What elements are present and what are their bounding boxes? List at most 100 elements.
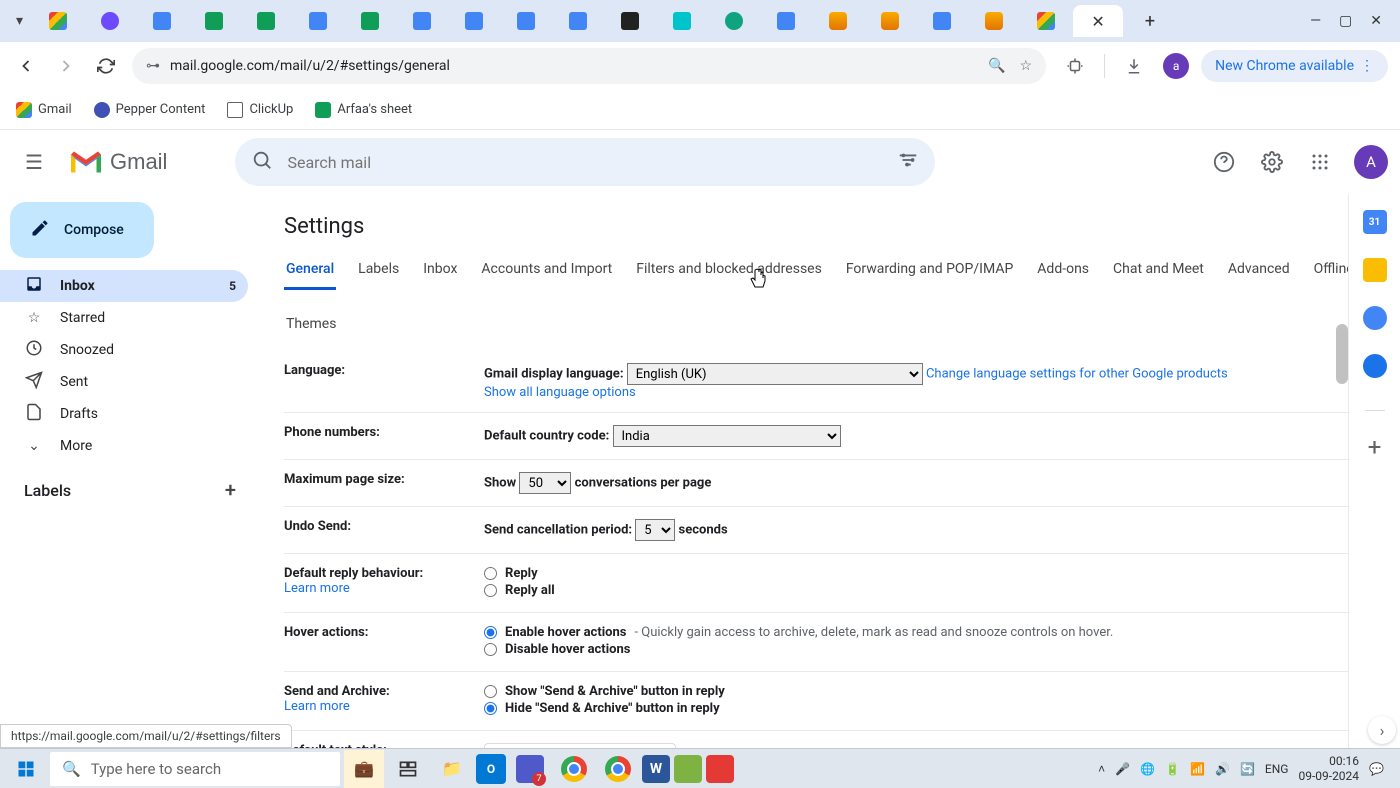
extensions-icon[interactable]: [1058, 49, 1092, 83]
browser-tab[interactable]: [813, 5, 863, 37]
tab-filters[interactable]: Filters and blocked addresses: [634, 255, 824, 290]
gmail-logo[interactable]: Gmail: [68, 148, 167, 176]
sidebar-item-sent[interactable]: Sent: [0, 366, 248, 398]
close-icon[interactable]: ✕: [1091, 12, 1104, 31]
browser-tab[interactable]: [969, 5, 1019, 37]
search-input[interactable]: [287, 153, 883, 172]
collapse-panel-icon[interactable]: ›: [1368, 716, 1396, 744]
account-avatar[interactable]: A: [1354, 145, 1388, 179]
learn-more-link[interactable]: Learn more: [284, 581, 350, 596]
browser-tab[interactable]: [553, 5, 603, 37]
compose-button[interactable]: Compose: [10, 202, 154, 258]
tab-themes[interactable]: Themes: [284, 310, 338, 342]
apps-grid-icon[interactable]: [1300, 142, 1340, 182]
scrollbar[interactable]: [1336, 324, 1348, 384]
close-window-icon[interactable]: ✕: [1370, 13, 1382, 29]
add-label-icon[interactable]: +: [225, 478, 236, 502]
browser-tab[interactable]: [293, 5, 343, 37]
search-icon[interactable]: [251, 149, 273, 175]
task-snagit[interactable]: [706, 755, 734, 783]
browser-tab[interactable]: [189, 5, 239, 37]
tab-chat[interactable]: Chat and Meet: [1111, 255, 1206, 290]
disable-hover-radio[interactable]: [484, 643, 497, 656]
search-box[interactable]: [235, 138, 935, 186]
new-chrome-button[interactable]: New Chrome available ⋮: [1201, 50, 1388, 82]
reload-button[interactable]: [92, 52, 120, 80]
task-briefcase[interactable]: 💼: [344, 750, 384, 788]
start-button[interactable]: [6, 750, 46, 788]
reply-radio[interactable]: [484, 567, 497, 580]
browser-tab[interactable]: [449, 5, 499, 37]
page-size-select[interactable]: 50: [519, 472, 571, 494]
browser-tab[interactable]: [865, 5, 915, 37]
browser-tab[interactable]: [85, 5, 135, 37]
tray-up-icon[interactable]: ˄: [1098, 762, 1105, 776]
help-icon[interactable]: [1204, 142, 1244, 182]
contacts-icon[interactable]: [1363, 354, 1387, 378]
task-outlook[interactable]: O: [476, 754, 506, 784]
profile-avatar[interactable]: a: [1163, 53, 1189, 79]
menu-icon[interactable]: ☰: [12, 140, 56, 184]
browser-tab[interactable]: [657, 5, 707, 37]
tab-advanced[interactable]: Advanced: [1226, 255, 1292, 290]
country-code-select[interactable]: India: [613, 425, 841, 447]
learn-more-link[interactable]: Learn more: [284, 699, 350, 714]
tray-wifi-icon[interactable]: 📶: [1190, 762, 1205, 776]
tab-forwarding[interactable]: Forwarding and POP/IMAP: [844, 255, 1015, 290]
browser-tab[interactable]: [33, 5, 83, 37]
tasks-icon[interactable]: [1363, 306, 1387, 330]
search-options-icon[interactable]: [897, 149, 919, 175]
site-info-icon[interactable]: ⊶: [146, 58, 160, 74]
bookmark-gmail[interactable]: Gmail: [16, 102, 72, 118]
tray-battery-icon[interactable]: 🔋: [1165, 762, 1180, 776]
browser-tab[interactable]: [241, 5, 291, 37]
task-word[interactable]: W: [642, 755, 670, 783]
show-send-archive-radio[interactable]: [484, 685, 497, 698]
reply-all-radio[interactable]: [484, 584, 497, 597]
task-explorer[interactable]: 📁: [432, 750, 472, 788]
browser-tab[interactable]: [1021, 5, 1071, 37]
hide-send-archive-radio[interactable]: [484, 702, 497, 715]
bookmark-clickup[interactable]: ClickUp: [227, 102, 293, 118]
minimize-icon[interactable]: —: [1310, 13, 1321, 29]
task-teams[interactable]: 7: [510, 750, 550, 788]
tray-sync-icon[interactable]: 🔄: [1240, 762, 1255, 776]
taskbar-search[interactable]: 🔍 Type here to search: [50, 752, 340, 786]
browser-tab[interactable]: [501, 5, 551, 37]
maximize-icon[interactable]: ▢: [1339, 13, 1352, 29]
tab-general[interactable]: General: [284, 255, 336, 290]
keep-icon[interactable]: [1363, 258, 1387, 282]
sidebar-item-more[interactable]: ⌄ More: [0, 430, 248, 462]
browser-tab[interactable]: [605, 5, 655, 37]
address-bar[interactable]: ⊶ mail.google.com/mail/u/2/#settings/gen…: [132, 48, 1046, 84]
tab-accounts[interactable]: Accounts and Import: [479, 255, 614, 290]
task-chrome[interactable]: [554, 750, 594, 788]
browser-tab[interactable]: [345, 5, 395, 37]
tray-mic-icon[interactable]: 🎤: [1115, 762, 1130, 776]
calendar-icon[interactable]: 31: [1363, 210, 1387, 234]
tab-inbox[interactable]: Inbox: [421, 255, 459, 290]
forward-button[interactable]: [52, 52, 80, 80]
task-camtasia[interactable]: [674, 755, 702, 783]
browser-tab-active[interactable]: ✕: [1073, 5, 1123, 37]
sidebar-item-inbox[interactable]: Inbox 5: [0, 270, 248, 302]
downloads-icon[interactable]: [1117, 49, 1151, 83]
change-language-link[interactable]: Change language settings for other Googl…: [926, 367, 1228, 382]
browser-tab[interactable]: [137, 5, 187, 37]
browser-tab[interactable]: [709, 5, 759, 37]
sidebar-item-starred[interactable]: ☆ Starred: [0, 302, 248, 334]
browser-tab[interactable]: [761, 5, 811, 37]
back-button[interactable]: [12, 52, 40, 80]
tray-volume-icon[interactable]: 🔊: [1215, 762, 1230, 776]
gear-icon[interactable]: [1252, 142, 1292, 182]
zoom-icon[interactable]: 🔍: [988, 58, 1005, 74]
new-tab-button[interactable]: +: [1125, 5, 1175, 37]
task-view[interactable]: [388, 750, 428, 788]
tray-clock[interactable]: 00:16 09-09-2024: [1298, 754, 1359, 783]
tab-labels[interactable]: Labels: [356, 255, 401, 290]
sidebar-item-drafts[interactable]: Drafts: [0, 398, 248, 430]
tray-lang[interactable]: ENG: [1265, 762, 1289, 776]
show-all-languages-link[interactable]: Show all language options: [484, 385, 636, 400]
tabs-dropdown-icon[interactable]: ▾: [8, 13, 31, 29]
bookmark-pepper[interactable]: Pepper Content: [94, 102, 206, 118]
